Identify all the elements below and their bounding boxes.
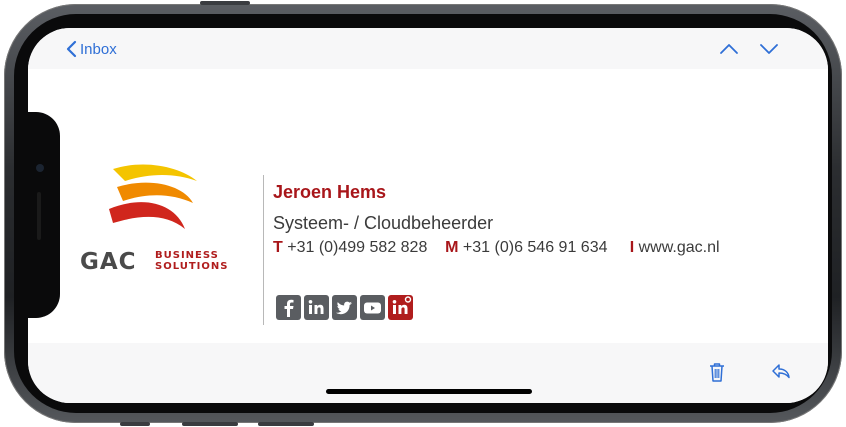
previous-message-button[interactable] [718,39,740,59]
linkedin-icon [308,300,324,314]
social-links [276,295,413,320]
web-key: I [629,239,635,256]
home-indicator[interactable] [326,389,532,394]
logo-swoosh-icon [109,164,197,229]
chevron-down-icon [760,44,778,54]
mail-screen: Inbox GAC BUSINESS SOLUTIONS Jeroen Hems… [28,28,828,403]
phone-key: T [273,239,283,256]
mobile-number[interactable]: +31 (0)6 546 91 634 [463,239,608,256]
camera-icon [36,164,44,172]
reply-icon [772,364,790,379]
mobile-key: M [445,239,459,256]
logo-subtext: BUSINESS SOLUTIONS [155,250,228,272]
linkedin-company-icon [392,296,412,314]
logo-sub-line1: BUSINESS [155,250,219,261]
chevron-left-icon [66,40,77,58]
facebook-link[interactable] [276,295,301,320]
website-link[interactable]: www.gac.nl [639,239,720,256]
linkedin-company-link[interactable] [388,295,413,320]
back-label: Inbox [80,40,117,58]
facebook-icon [284,299,294,317]
side-button [120,422,150,426]
reply-button[interactable] [770,362,792,380]
signature-divider [263,175,264,325]
volume-button [200,1,250,5]
next-message-button[interactable] [758,39,780,59]
signature-contact-line: T +31 (0)499 582 828 M +31 (0)6 546 91 6… [273,239,720,257]
trash-icon [710,363,724,382]
youtube-icon [364,302,381,314]
speaker-icon [37,192,41,240]
mail-bottom-toolbar [28,343,828,403]
signature-name: Jeroen Hems [273,182,387,202]
mail-top-bar: Inbox [28,28,828,70]
logo-sub-line2: SOLUTIONS [155,261,229,272]
gac-logo: GAC BUSINESS SOLUTIONS [80,164,255,284]
phone-notch [28,112,60,318]
phone-number[interactable]: +31 (0)499 582 828 [287,239,427,256]
email-signature: GAC BUSINESS SOLUTIONS Jeroen Hems Syste… [28,69,828,343]
message-navigation [718,39,780,59]
signature-role: Systeem- / Cloudbeheerder [273,213,494,233]
chevron-up-icon [720,44,738,54]
linkedin-link[interactable] [304,295,329,320]
back-to-inbox-button[interactable]: Inbox [66,38,117,60]
side-button [182,422,238,426]
side-button [258,422,314,426]
delete-button[interactable] [708,361,726,383]
twitter-icon [336,301,352,315]
twitter-link[interactable] [332,295,357,320]
logo-main-text: GAC [80,249,137,275]
youtube-link[interactable] [360,295,385,320]
